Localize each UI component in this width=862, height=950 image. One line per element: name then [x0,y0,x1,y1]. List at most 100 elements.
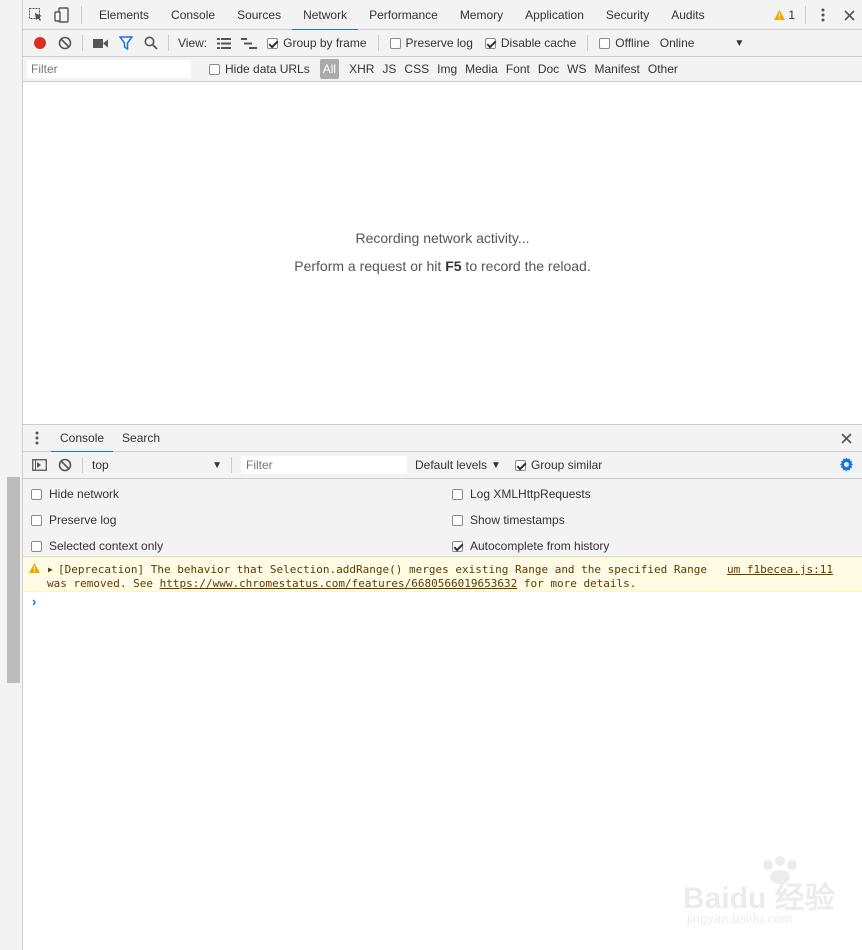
tab-memory[interactable]: Memory [449,0,514,30]
dropdown-arrow-icon: ▼ [491,459,501,471]
source-location-link[interactable]: um f1becea.js:11 [727,563,833,576]
network-toolbar: View: Group by frame Preserve log Disabl… [23,30,862,57]
baidu-jingyan-watermark: Baidu 经验 jingyan.baidu.com [683,855,853,935]
more-options-icon[interactable] [810,0,836,30]
preserve-log-checkbox[interactable]: Preserve log [384,36,479,50]
clear-button[interactable] [52,30,77,56]
dropdown-arrow-icon: ▼ [734,37,745,49]
filter-type-img[interactable]: Img [433,59,461,79]
recording-hint-prefix: Perform a request or hit [294,258,446,274]
devtools-panel: Elements Console Sources Network Perform… [23,0,862,950]
toolbar-divider [82,35,83,51]
filter-type-all[interactable]: All [319,59,340,79]
filter-type-ws[interactable]: WS [563,59,590,79]
watermark-url: jingyan.baidu.com [687,911,792,926]
large-rows-button[interactable] [211,30,236,56]
warning-icon [29,563,40,573]
context-select[interactable]: top ▼ [88,455,226,475]
console-settings-gear-icon[interactable] [839,457,854,475]
filter-type-doc[interactable]: Doc [534,59,563,79]
checkbox-icon [31,540,42,552]
filter-type-font[interactable]: Font [502,59,534,79]
tab-security[interactable]: Security [595,0,660,30]
warning-text-line2: was removed. See https://www.chromestatu… [47,577,636,590]
recording-status: Recording network activity... [355,230,530,246]
preserve-log-label: Preserve log [405,36,473,50]
warning-text-prefix: was removed. See [47,577,160,590]
group-by-frame-label: Group by frame [283,36,367,50]
recording-hint: Perform a request or hit F5 to record th… [23,258,862,274]
autocomplete-checkbox[interactable]: Autocomplete from history [452,539,609,553]
waterfall-view-button[interactable] [236,30,261,56]
checkbox-icon [599,37,611,49]
device-toolbar-icon[interactable] [49,0,75,30]
tab-elements[interactable]: Elements [88,0,160,30]
filter-type-media[interactable]: Media [461,59,502,79]
tab-network[interactable]: Network [292,0,359,31]
warning-text-suffix: for more details. [517,577,637,590]
expand-triangle-icon[interactable]: ▶ [48,565,53,574]
console-toolbar: top ▼ Default levels ▼ Group similar [23,452,862,479]
chromestatus-link[interactable]: https://www.chromestatus.com/features/66… [160,577,518,590]
drawer-tab-console[interactable]: Console [51,425,114,453]
toolbar-divider [587,35,589,51]
hide-network-checkbox[interactable]: Hide network [31,487,119,501]
show-sidebar-button[interactable] [27,452,52,478]
checkbox-checked-icon [452,540,463,552]
tab-sources[interactable]: Sources [226,0,292,30]
warning-icon [774,10,786,20]
checkbox-checked-icon [514,459,526,471]
close-drawer-icon[interactable] [838,430,854,446]
filter-toggle-button[interactable] [113,30,138,56]
hide-data-urls-checkbox[interactable]: Hide data URLs [203,62,316,76]
tab-console[interactable]: Console [160,0,226,30]
filter-type-manifest[interactable]: Manifest [591,59,644,79]
checkbox-icon [452,488,463,500]
tabbar-divider [81,5,82,24]
network-filter-input[interactable] [27,60,191,78]
scrollbar-thumb[interactable] [7,477,20,683]
warnings-counter[interactable]: 1 [768,8,801,22]
drawer-menu-icon[interactable] [23,425,51,452]
group-by-frame-checkbox[interactable]: Group by frame [261,36,372,50]
filter-type-css[interactable]: CSS [400,59,433,79]
disable-cache-checkbox[interactable]: Disable cache [479,36,582,50]
log-levels-select[interactable]: Default levels ▼ [407,458,509,472]
search-button[interactable] [138,30,163,56]
throttling-select[interactable]: Online ▼ [656,36,745,50]
clear-console-button[interactable] [52,452,77,478]
checkbox-icon [452,514,463,526]
capture-screenshots-button[interactable] [88,30,113,56]
inspect-element-icon[interactable] [23,0,49,30]
warnings-count: 1 [788,8,795,22]
main-tabbar: Elements Console Sources Network Perform… [23,0,862,31]
console-filter-input[interactable] [241,456,407,474]
dropdown-arrow-icon: ▼ [212,459,222,471]
tab-audits[interactable]: Audits [660,0,715,30]
offline-checkbox[interactable]: Offline [593,36,655,50]
group-similar-checkbox[interactable]: Group similar [509,458,608,472]
console-prompt[interactable]: › [23,592,862,612]
filter-type-js[interactable]: JS [378,59,400,79]
toolbar-divider [377,35,379,51]
funnel-icon [118,36,133,50]
view-label: View: [178,36,208,50]
tab-application[interactable]: Application [514,0,595,30]
show-timestamps-checkbox[interactable]: Show timestamps [452,513,565,527]
log-xhr-label: Log XMLHttpRequests [470,487,591,501]
offline-label: Offline [615,36,650,50]
context-value: top [92,458,109,472]
tab-performance[interactable]: Performance [358,0,449,30]
preserve-log-console-checkbox[interactable]: Preserve log [31,513,116,527]
record-button[interactable] [27,30,52,56]
recording-hint-key: F5 [445,258,462,274]
filter-type-xhr[interactable]: XHR [345,59,378,79]
close-devtools-icon[interactable] [836,0,862,30]
autocomplete-label: Autocomplete from history [470,539,610,553]
video-camera-icon [93,38,108,48]
drawer-tab-search[interactable]: Search [113,425,169,452]
checkbox-icon [31,488,42,500]
selected-context-only-checkbox[interactable]: Selected context only [31,539,163,553]
log-xhr-checkbox[interactable]: Log XMLHttpRequests [452,487,591,501]
filter-type-other[interactable]: Other [644,59,682,79]
